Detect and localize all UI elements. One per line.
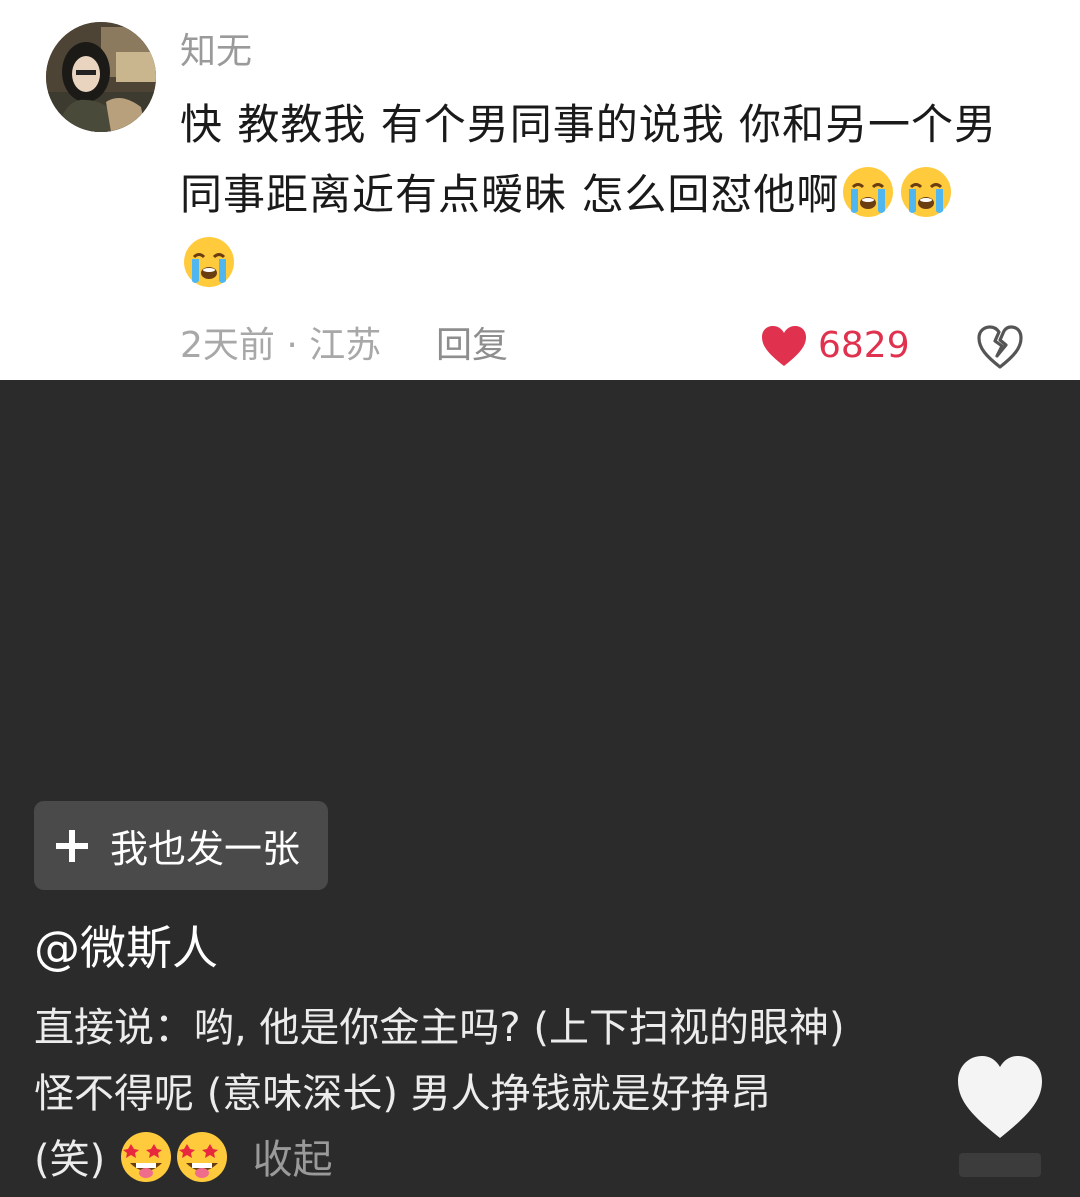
- comment-text: 快 教教我 有个男同事的说我 你和另一个男 同事距离近有点暧昧 怎么回怼他啊: [180, 90, 1040, 300]
- plus-icon: [56, 829, 88, 862]
- post-description-line2: 怪不得呢 (意味深长) 男人挣钱就是好挣昂: [34, 1071, 771, 1117]
- comment-text-line2: 同事距离近有点暧昧 怎么回怼他啊: [180, 170, 840, 219]
- star-struck-face-icon: [120, 1132, 171, 1182]
- reply-button[interactable]: 回复: [436, 318, 508, 374]
- loudly-crying-face-icon: [901, 167, 952, 217]
- loudly-crying-face-icon: [184, 237, 234, 287]
- watermark-icon: [959, 1153, 1041, 1177]
- collapse-button[interactable]: 收起: [253, 1137, 333, 1183]
- comment-card: 知无 快 教教我 有个男同事的说我 你和另一个男 同事距离近有点暧昧 怎么回怼他…: [0, 0, 1080, 380]
- add-post-button[interactable]: 我也发一张: [34, 801, 328, 890]
- heart-icon[interactable]: [954, 1052, 1046, 1142]
- comment-time-location: 2天前 · 江苏: [180, 325, 382, 366]
- heart-icon: [762, 326, 806, 366]
- add-post-button-label: 我也发一张: [110, 827, 301, 871]
- like-button[interactable]: 6829: [760, 318, 910, 374]
- comment-text-line1: 快 教教我 有个男同事的说我 你和另一个男: [180, 100, 998, 149]
- broken-heart-icon[interactable]: [976, 324, 1024, 370]
- comment-username[interactable]: 知无: [180, 28, 252, 76]
- avatar[interactable]: [46, 22, 156, 132]
- post-description: 直接说：哟, 他是你金主吗? (上下扫视的眼神) 怪不得呢 (意味深长) 男人挣…: [34, 995, 934, 1193]
- post-description-line3: (笑): [34, 1137, 106, 1183]
- like-count: 6829: [818, 325, 910, 366]
- post-author[interactable]: @微斯人: [34, 918, 218, 978]
- comment-meta-row: 2天前 · 江苏 回复 6829: [180, 318, 1040, 374]
- star-struck-face-icon: [176, 1132, 227, 1182]
- post-description-line1: 直接说：哟, 他是你金主吗? (上下扫视的眼神): [34, 1005, 845, 1051]
- loudly-crying-face-icon: [843, 167, 894, 217]
